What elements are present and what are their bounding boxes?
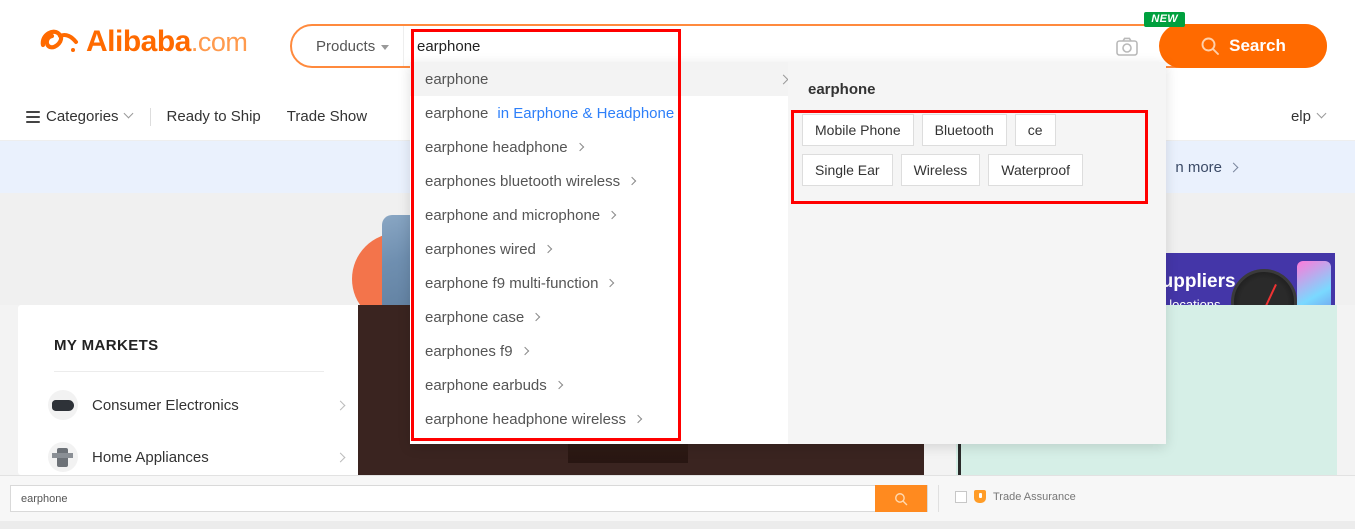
- nav-item-label: Trade Show: [286, 108, 368, 125]
- list-item[interactable]: earphone earbuds: [410, 368, 788, 402]
- shield-icon: [974, 490, 986, 503]
- app-root: Alibaba .com Products NEW: [0, 0, 1355, 529]
- keyword-chip[interactable]: Wireless: [900, 154, 981, 186]
- trade-assurance-option[interactable]: Trade Assurance: [955, 490, 1076, 503]
- search-icon: [1201, 37, 1220, 55]
- keyword-chip[interactable]: Bluetooth: [921, 114, 1007, 146]
- chevron-down-icon: [123, 108, 133, 119]
- keyword-chip[interactable]: Single Ear: [802, 154, 893, 186]
- nav-item-trade-show[interactable]: Trade Show: [287, 108, 367, 125]
- alibaba-logo[interactable]: Alibaba .com: [38, 25, 248, 59]
- trade-assurance-checkbox[interactable]: [955, 490, 967, 503]
- suggestion-label: earphone f9 multi-function: [425, 274, 599, 292]
- suggestions-list-panel: earphone earphone in Earphone & Headphon…: [410, 62, 1166, 444]
- chevron-right-icon: [778, 74, 789, 84]
- nav-categories-label: Categories: [46, 108, 119, 125]
- list-item[interactable]: earphone headphone: [410, 130, 788, 164]
- alibaba-swirl-icon: [38, 25, 82, 59]
- new-badge: NEW: [1144, 12, 1185, 27]
- keyword-chip[interactable]: Waterproof: [988, 154, 1083, 186]
- bottom-search-bar: Trade Assurance: [0, 475, 1355, 529]
- list-item[interactable]: earphones wired: [410, 232, 788, 266]
- suggestion-label: earphone: [425, 104, 489, 122]
- bottom-search-field: [10, 485, 928, 512]
- suggestion-label: earphones bluetooth wireless: [425, 172, 621, 190]
- suggestion-label: earphone headphone wireless: [425, 410, 626, 428]
- suggestion-label: earphone headphone: [425, 138, 568, 156]
- keyword-chip[interactable]: Mobile Phone: [802, 114, 914, 146]
- chevron-right-icon: [335, 452, 346, 462]
- related-keywords-chips: Mobile Phone Bluetooth ce Single Ear Wir…: [802, 114, 1152, 186]
- nav-help-label: elp: [1290, 108, 1311, 125]
- suggestion-label: earphone: [425, 70, 489, 88]
- list-item[interactable]: earphones bluetooth wireless: [410, 164, 788, 198]
- bottom-search-input[interactable]: [11, 486, 875, 511]
- bottom-search-button[interactable]: [875, 485, 927, 512]
- chevron-right-icon: [1228, 162, 1239, 172]
- market-item-label: Home Appliances: [92, 448, 209, 466]
- related-keywords-panel: earphone Mobile Phone Bluetooth ce Singl…: [788, 62, 1166, 444]
- bottom-bar-footer: [0, 521, 1355, 529]
- appliance-icon: [48, 442, 78, 472]
- trade-assurance-label: Trade Assurance: [993, 490, 1076, 503]
- promo-strip-label: n more: [1175, 158, 1222, 176]
- logo-tld-text: .com: [190, 26, 248, 57]
- list-item[interactable]: earphone headphone wireless: [410, 402, 788, 436]
- search-input-wrap: [417, 26, 1095, 66]
- suggestion-label: earphone and microphone: [425, 206, 601, 224]
- my-markets-title: MY MARKETS: [54, 337, 159, 354]
- nav-item-label: Ready to Ship: [166, 108, 261, 125]
- search-button-label: Search: [1229, 36, 1286, 55]
- chevron-right-icon: [543, 244, 553, 254]
- search-input[interactable]: [417, 37, 1095, 55]
- suggestion-label: earphone case: [425, 308, 525, 326]
- nav-categories[interactable]: Categories: [26, 108, 133, 125]
- list-icon: [26, 110, 40, 123]
- chevron-right-icon: [627, 176, 637, 186]
- category-select-label: Products: [316, 37, 376, 55]
- chevron-right-icon: [554, 380, 564, 390]
- chevron-down-icon: [381, 44, 390, 50]
- market-item-consumer-electronics[interactable]: Consumer Electronics: [48, 383, 346, 427]
- chevron-right-icon: [532, 312, 541, 322]
- suggestion-label: earphones wired: [425, 240, 536, 258]
- search-button[interactable]: Search: [1159, 24, 1327, 68]
- camera-icon[interactable]: [1115, 35, 1139, 59]
- chevron-right-icon: [520, 346, 529, 356]
- search-icon: [895, 492, 908, 505]
- nav-item-ready-to-ship[interactable]: Ready to Ship: [167, 108, 261, 125]
- suggestion-label: earphone earbuds: [425, 376, 547, 394]
- market-item-home-appliances[interactable]: Home Appliances: [48, 435, 346, 475]
- suggestions-list: earphone in Earphone & Headphone earphon…: [410, 96, 788, 436]
- chevron-right-icon: [633, 414, 643, 424]
- category-select[interactable]: Products: [292, 26, 405, 66]
- list-item[interactable]: earphone in Earphone & Headphone: [410, 96, 788, 130]
- chevron-right-icon: [575, 142, 584, 152]
- chevron-right-icon: [335, 400, 346, 410]
- market-item-label: Consumer Electronics: [92, 396, 239, 414]
- suggestion-category-label: in Earphone & Headphone: [497, 104, 675, 122]
- vr-headset-icon: [48, 390, 78, 420]
- logo-brand-text: Alibaba: [86, 25, 191, 58]
- chevron-right-icon: [606, 278, 615, 288]
- chevron-right-icon: [607, 210, 617, 220]
- chevron-down-icon: [1316, 108, 1327, 119]
- nav-help[interactable]: elp: [1290, 108, 1327, 125]
- search-suggestions-dropdown: earphone earphone in Earphone & Headphon…: [410, 62, 1166, 444]
- related-keywords-title: earphone: [808, 81, 876, 98]
- list-item[interactable]: earphones f9: [410, 334, 788, 368]
- divider: [938, 485, 939, 512]
- keyword-chip[interactable]: ce: [1014, 114, 1056, 146]
- list-item[interactable]: earphone case: [410, 300, 788, 334]
- nav-divider: [149, 107, 151, 126]
- my-markets-card: MY MARKETS Consumer Electronics Home App…: [18, 305, 362, 475]
- suggestion-label: earphones f9: [425, 342, 513, 360]
- list-item[interactable]: earphone f9 multi-function: [410, 266, 788, 300]
- list-item[interactable]: earphone and microphone: [410, 198, 788, 232]
- divider: [54, 371, 324, 372]
